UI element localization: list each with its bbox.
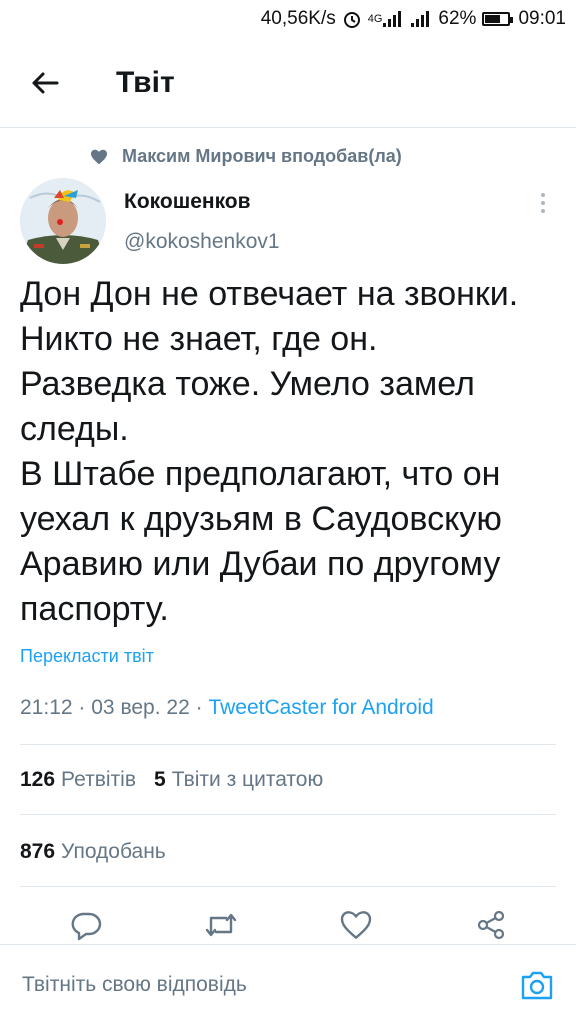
clock: 09:01 bbox=[518, 8, 566, 29]
reply-input[interactable]: Твітніть свою відповідь bbox=[22, 973, 247, 997]
meta-separator: · bbox=[78, 696, 86, 719]
reply-button[interactable] bbox=[61, 900, 111, 950]
divider bbox=[20, 814, 556, 815]
meta-separator: · bbox=[195, 696, 203, 719]
signal-icon: 4G bbox=[368, 10, 405, 28]
avatar[interactable] bbox=[20, 178, 106, 264]
tweet-text: Дон Дон не отвечает на звонки. Никто не … bbox=[20, 275, 519, 628]
back-button[interactable] bbox=[0, 38, 90, 128]
tweet-meta: 21:12 · 03 вер. 22 · TweetCaster for And… bbox=[20, 696, 434, 720]
quotes-label: Твіти з цитатою bbox=[171, 768, 324, 791]
battery-icon bbox=[482, 12, 514, 26]
status-bar: 40,56K/s 4G 62% 09:01 bbox=[0, 0, 576, 38]
avatar-image bbox=[20, 178, 106, 264]
share-button[interactable] bbox=[466, 900, 516, 950]
reply-icon bbox=[71, 912, 101, 941]
network-type: 4G bbox=[367, 13, 383, 25]
likes-count: 876 bbox=[20, 840, 56, 863]
social-context[interactable]: Максим Мирович вподобав(ла) bbox=[90, 146, 402, 167]
like-button[interactable] bbox=[331, 900, 381, 950]
retweets-count: 126 bbox=[20, 768, 56, 791]
heart-icon bbox=[91, 149, 107, 164]
social-context-text: Максим Мирович вподобав(ла) bbox=[122, 146, 402, 166]
app-header: Твіт bbox=[0, 38, 576, 128]
divider bbox=[20, 744, 556, 745]
signal-icon-2 bbox=[410, 10, 432, 28]
stats-row: 126 Ретвітів 5 Твіти з цитатою bbox=[20, 768, 323, 792]
more-dot bbox=[541, 201, 545, 205]
tweet-actions bbox=[0, 900, 576, 950]
author-handle[interactable]: @kokoshenkov1 bbox=[124, 230, 280, 254]
retweets-label: Ретвітів bbox=[61, 768, 136, 791]
translate-tweet-link[interactable]: Перекласти твіт bbox=[20, 646, 154, 667]
share-icon bbox=[477, 910, 504, 940]
camera-icon bbox=[521, 971, 553, 999]
page-title: Твіт bbox=[116, 65, 175, 99]
network-speed: 40,56K/s bbox=[260, 8, 336, 29]
retweets-stat[interactable]: 126 Ретвітів bbox=[20, 768, 136, 792]
more-options-button[interactable] bbox=[528, 188, 558, 218]
quotes-stat[interactable]: 5 Твіти з цитатою bbox=[154, 768, 323, 792]
divider bbox=[20, 886, 556, 887]
more-dot bbox=[541, 209, 545, 213]
tweet-date: 03 вер. 22 bbox=[91, 696, 190, 719]
heart-icon bbox=[340, 911, 371, 939]
tweet-time: 21:12 bbox=[20, 696, 73, 719]
more-dot bbox=[541, 193, 545, 197]
likes-row: 876 Уподобань bbox=[20, 840, 166, 864]
alarm-icon bbox=[342, 9, 362, 29]
likes-label: Уподобань bbox=[61, 840, 166, 863]
reply-bar: Твітніть свою відповідь bbox=[0, 944, 576, 1024]
arrow-left-icon bbox=[32, 72, 59, 93]
quotes-count: 5 bbox=[154, 768, 166, 791]
retweet-button[interactable] bbox=[196, 900, 246, 950]
camera-button[interactable] bbox=[520, 968, 554, 1002]
author-name[interactable]: Кокошенков bbox=[124, 190, 251, 214]
battery-percent: 62% bbox=[438, 8, 477, 29]
likes-stat[interactable]: 876 Уподобань bbox=[20, 840, 166, 864]
retweet-icon bbox=[205, 913, 236, 937]
tweet-source-link[interactable]: TweetCaster for Android bbox=[208, 696, 433, 719]
